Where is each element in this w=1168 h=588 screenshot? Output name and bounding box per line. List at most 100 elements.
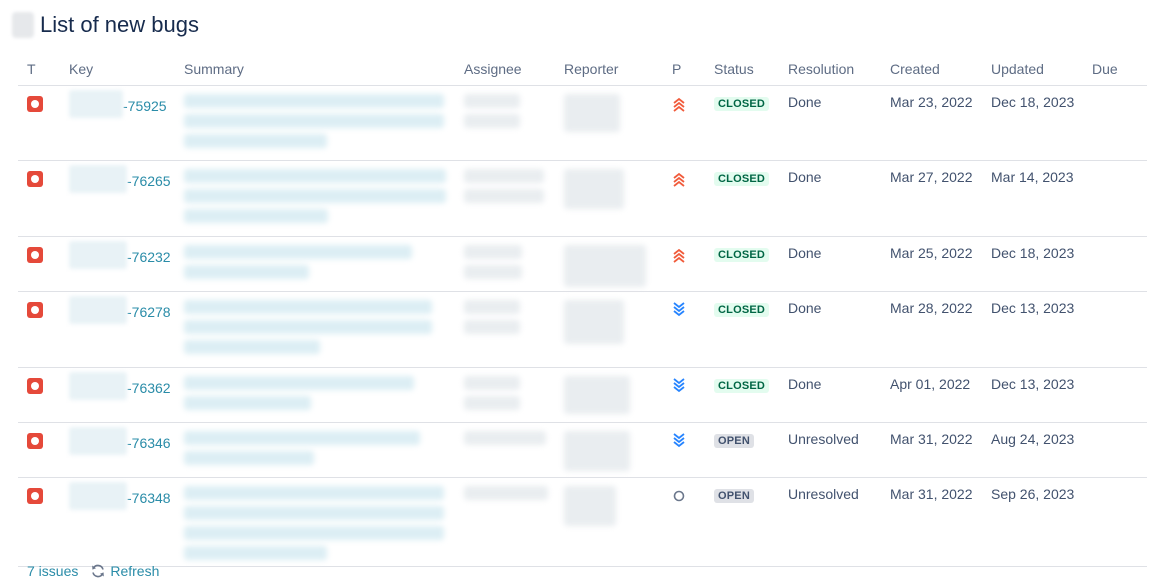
summary-redacted[interactable]	[184, 431, 456, 465]
issue-key-link[interactable]: -76362	[127, 380, 171, 396]
assignee-redacted	[464, 431, 556, 445]
reporter-redacted	[564, 169, 624, 209]
reporter-redacted	[564, 486, 616, 526]
column-header-type[interactable]: T	[18, 52, 61, 86]
issue-key-link[interactable]: -76348	[127, 490, 171, 506]
key-prefix-redacted	[69, 296, 127, 324]
circle-icon	[672, 488, 686, 507]
assignee-cell	[456, 236, 556, 292]
due-cell	[1084, 160, 1147, 237]
column-header-key[interactable]: Key	[61, 52, 176, 86]
due-cell	[1084, 236, 1147, 292]
bug-icon[interactable]	[27, 247, 43, 263]
issue-count-link[interactable]: 7 issues	[27, 563, 78, 579]
assignee-cell	[456, 291, 556, 368]
updated-cell: Dec 13, 2023	[983, 291, 1084, 368]
updated-cell: Dec 18, 2023	[983, 236, 1084, 292]
issue-key-cell: -75925	[61, 85, 176, 161]
priority-cell	[664, 477, 706, 567]
updated-cell: Aug 24, 2023	[983, 422, 1084, 478]
summary-redacted[interactable]	[184, 94, 456, 148]
priority-cell	[664, 367, 706, 423]
issue-summary-cell[interactable]	[176, 236, 456, 292]
resolution-cell: Done	[780, 367, 882, 423]
reporter-redacted	[564, 94, 620, 132]
status-badge: CLOSED	[714, 379, 770, 393]
resolution-cell: Unresolved	[780, 477, 882, 567]
issue-key-link[interactable]: -76265	[127, 173, 171, 189]
status-cell: OPEN	[706, 477, 780, 567]
issue-key-link[interactable]: -76232	[127, 249, 171, 265]
reporter-redacted	[564, 376, 630, 414]
key-prefix-redacted	[69, 90, 123, 118]
column-header-updated[interactable]: Updated	[983, 52, 1084, 86]
column-header-resolution[interactable]: Resolution	[780, 52, 882, 86]
priority-cell	[664, 160, 706, 237]
bug-icon[interactable]	[27, 302, 43, 318]
status-cell: CLOSED	[706, 291, 780, 368]
table-row: -76265 CLOSED Done Mar 27, 2022 Mar 14, 2023	[18, 160, 1147, 237]
column-header-priority[interactable]: P	[664, 52, 706, 86]
issue-type-cell	[18, 477, 61, 567]
issue-key-link[interactable]: -75925	[123, 98, 167, 114]
column-header-assignee[interactable]: Assignee	[456, 52, 556, 86]
issue-key-link[interactable]: -76278	[127, 304, 171, 320]
issue-summary-cell[interactable]	[176, 477, 456, 567]
priority-cell	[664, 422, 706, 478]
issue-type-cell	[18, 236, 61, 292]
column-header-due[interactable]: Due	[1084, 52, 1147, 86]
column-header-reporter[interactable]: Reporter	[556, 52, 664, 86]
updated-cell: Dec 13, 2023	[983, 367, 1084, 423]
refresh-icon	[92, 564, 105, 578]
summary-redacted[interactable]	[184, 300, 456, 354]
resolution-cell: Done	[780, 291, 882, 368]
issue-key-link[interactable]: -76346	[127, 435, 171, 451]
status-badge: OPEN	[714, 434, 754, 448]
issue-summary-cell[interactable]	[176, 85, 456, 161]
reporter-cell	[556, 422, 664, 478]
table-header-row: T Key Summary Assignee Reporter P Status…	[18, 52, 1147, 86]
refresh-button[interactable]: Refresh	[90, 563, 159, 579]
bug-icon[interactable]	[27, 96, 43, 112]
issue-key-cell: -76348	[61, 477, 176, 567]
bug-icon[interactable]	[27, 488, 43, 504]
issue-key-cell: -76346	[61, 422, 176, 478]
assignee-cell	[456, 367, 556, 423]
updated-cell: Mar 14, 2023	[983, 160, 1084, 237]
summary-redacted[interactable]	[184, 376, 456, 410]
key-prefix-redacted	[69, 165, 127, 193]
table-row: -76232 CLOSED Done Mar 25, 2022 Dec 18, 2023	[18, 236, 1147, 292]
column-header-summary[interactable]: Summary	[176, 52, 456, 86]
issue-key-cell: -76232	[61, 236, 176, 292]
status-badge: CLOSED	[714, 172, 770, 186]
reporter-cell	[556, 291, 664, 368]
status-badge: CLOSED	[714, 303, 770, 317]
bug-icon[interactable]	[27, 378, 43, 394]
table-row: -75925 CLOSED Done Mar 23, 2022 Dec 18, 2023	[18, 85, 1147, 161]
summary-redacted[interactable]	[184, 169, 456, 223]
created-cell: Mar 23, 2022	[882, 85, 983, 161]
created-cell: Mar 25, 2022	[882, 236, 983, 292]
issue-key-cell: -76265	[61, 160, 176, 237]
status-badge: CLOSED	[714, 97, 770, 111]
issue-type-cell	[18, 160, 61, 237]
column-header-status[interactable]: Status	[706, 52, 780, 86]
summary-redacted[interactable]	[184, 486, 456, 560]
double-chevron-up-icon	[672, 96, 686, 115]
issue-summary-cell[interactable]	[176, 160, 456, 237]
bug-icon[interactable]	[27, 171, 43, 187]
due-cell	[1084, 477, 1147, 567]
column-header-created[interactable]: Created	[882, 52, 983, 86]
issue-summary-cell[interactable]	[176, 367, 456, 423]
reporter-cell	[556, 367, 664, 423]
double-chevron-down-icon	[672, 302, 686, 321]
created-cell: Mar 27, 2022	[882, 160, 983, 237]
bug-icon[interactable]	[27, 433, 43, 449]
issue-summary-cell[interactable]	[176, 422, 456, 478]
issue-type-cell	[18, 422, 61, 478]
double-chevron-up-icon	[672, 247, 686, 266]
summary-redacted[interactable]	[184, 245, 456, 279]
table-row: -76278 CLOSED Done Mar 28, 2022 Dec 13, 2023	[18, 291, 1147, 368]
issue-summary-cell[interactable]	[176, 291, 456, 368]
created-cell: Mar 31, 2022	[882, 477, 983, 567]
